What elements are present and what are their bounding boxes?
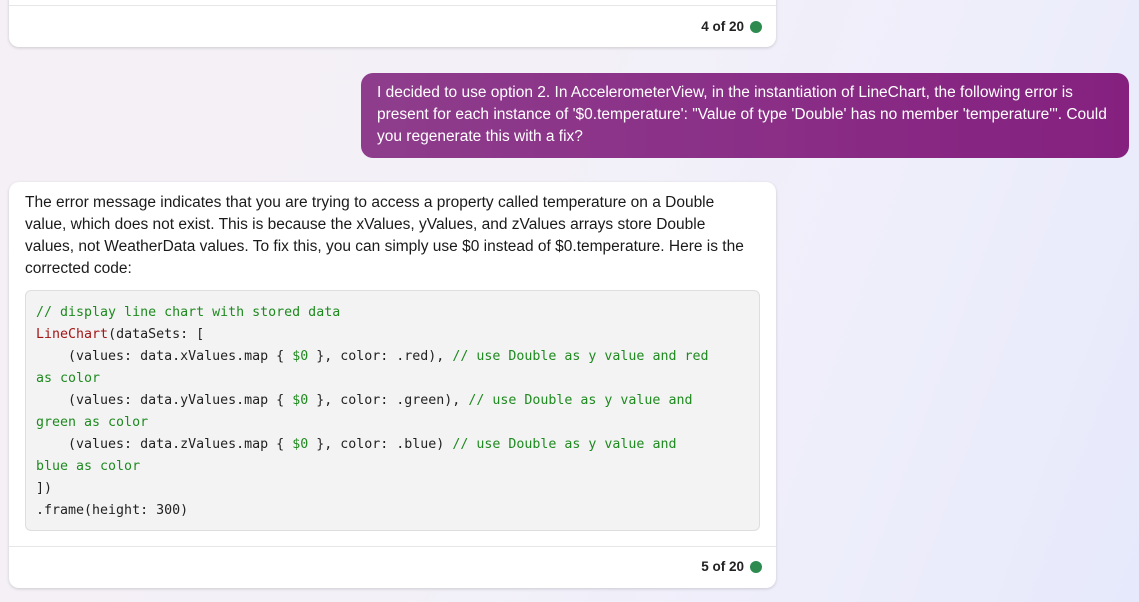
user-message-text: I decided to use option 2. In Accelerome… (377, 84, 1107, 145)
code-comment: as color (36, 371, 101, 386)
code-variable: $0 (292, 349, 309, 364)
status-dot-icon (750, 560, 762, 573)
code-line: (values: data.zValues.map { $0 }, color:… (36, 434, 749, 456)
code-text: (values: data.xValues.map { (36, 349, 293, 364)
code-line: (values: data.xValues.map { $0 }, color:… (36, 346, 749, 368)
code-comment: // display line chart with stored data (36, 305, 341, 320)
response-counter: 4 of 20 (701, 19, 762, 34)
code-text: (values: data.yValues.map { (36, 393, 293, 408)
code-variable: $0 (292, 437, 309, 452)
code-line: as color (36, 368, 749, 390)
response-text: The error message indicates that you are… (25, 194, 744, 277)
code-text: (values: data.zValues.map { (36, 437, 293, 452)
code-comment: green as color (36, 415, 149, 430)
code-text: (dataSets: [ (108, 327, 205, 342)
code-variable: $0 (292, 393, 309, 408)
code-line: green as color (36, 412, 749, 434)
user-message: I decided to use option 2. In Accelerome… (361, 73, 1129, 158)
response-counter-text: 5 of 20 (701, 559, 744, 574)
code-text: }, color: .red), (308, 349, 453, 364)
code-line: .frame(height: 300) (36, 500, 749, 522)
code-line: blue as color (36, 456, 749, 478)
response-counter-text: 4 of 20 (701, 19, 744, 34)
code-text: ]) (36, 481, 53, 496)
code-block[interactable]: // display line chart with stored data Li… (25, 290, 760, 531)
code-comment: // use Double as y value and (468, 393, 693, 408)
bot-response-card: The error message indicates that you are… (9, 182, 776, 588)
code-text: .frame(height: 300) (36, 503, 189, 518)
code-line: LineChart(dataSets: [ (36, 324, 749, 346)
code-text: }, color: .blue) (308, 437, 453, 452)
status-dot-icon (750, 20, 762, 33)
code-line: ]) (36, 478, 749, 500)
code-text: }, color: .green), (308, 393, 469, 408)
code-type: LineChart (36, 327, 109, 342)
code-comment: // use Double as y value and red (452, 349, 709, 364)
code-comment: // use Double as y value and (452, 437, 677, 452)
code-comment: blue as color (36, 459, 141, 474)
card-divider (9, 5, 776, 6)
previous-response-card: 4 of 20 (9, 0, 776, 47)
response-counter: 5 of 20 (701, 559, 762, 574)
code-line: // display line chart with stored data (36, 302, 749, 324)
card-divider (9, 546, 776, 547)
code-line: (values: data.yValues.map { $0 }, color:… (36, 390, 749, 412)
